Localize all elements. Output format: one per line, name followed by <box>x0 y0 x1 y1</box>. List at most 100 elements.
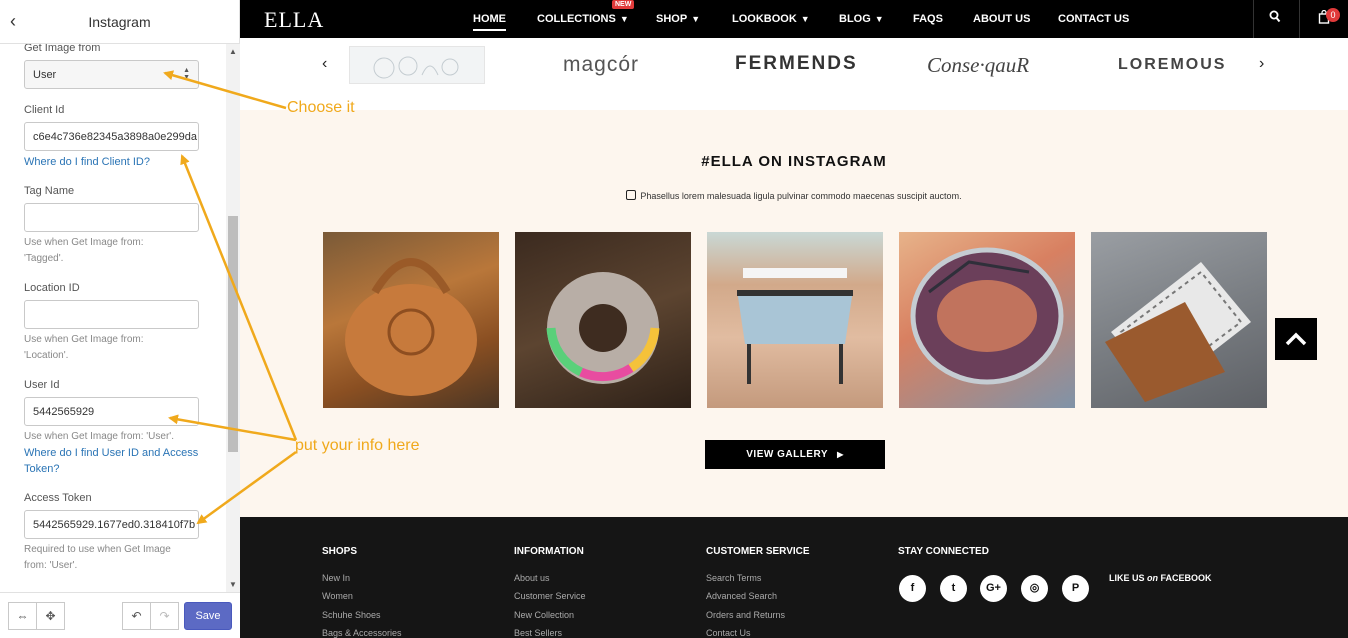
client-id-help-link[interactable]: Where do I find Client ID? <box>24 154 199 170</box>
footer-link[interactable]: Contact Us <box>706 628 751 638</box>
footer-link[interactable]: Best Sellers <box>514 628 562 638</box>
footer-link[interactable]: About us <box>514 573 550 583</box>
location-id-input[interactable] <box>24 300 199 329</box>
store-header: ELLA HOME COLLECTIONS ▼ NEW SHOP ▼ LOOKBOO… <box>240 0 1348 38</box>
chevron-right-icon[interactable]: › <box>1259 55 1264 73</box>
nav-shop[interactable]: SHOP ▼ <box>656 13 700 25</box>
chevron-down-icon: ▼ <box>691 14 701 24</box>
instagram-photo[interactable] <box>323 232 499 408</box>
access-token-help-1: Required to use when Get Image <box>24 544 171 555</box>
location-id-help-1: Use when Get Image from: <box>24 334 144 345</box>
access-token-input[interactable]: 5442565929.1677ed0.318410f7b <box>24 510 199 539</box>
like-on: on <box>1147 573 1159 583</box>
nav-lookbook-label: LOOKBOOK <box>732 13 797 25</box>
get-image-select[interactable]: User ▲ ▼ <box>24 60 199 89</box>
instagram-icon[interactable]: ◎ <box>1021 575 1048 602</box>
fit-width-icon[interactable]: ⇔ <box>8 602 37 630</box>
undo-icon[interactable]: ↶ <box>122 602 151 630</box>
footer-customer-service-title: CUSTOMER SERVICE <box>706 546 810 557</box>
chevron-down-icon: ▼ <box>800 14 810 24</box>
panel-scrollbar[interactable]: ▲ ▼ <box>226 44 240 592</box>
store-logo[interactable]: ELLA <box>264 7 324 33</box>
footer-link[interactable]: Search Terms <box>706 573 761 583</box>
footer-link[interactable]: Customer Service <box>514 591 586 601</box>
nav-shop-label: SHOP <box>656 13 688 25</box>
nav-faqs[interactable]: FAQS <box>913 13 943 25</box>
theme-editor-panel: ‹ Instagram Get Image from User ▲ ▼ Clien… <box>0 0 240 638</box>
chevron-left-icon[interactable]: ‹ <box>322 55 327 73</box>
footer-link[interactable]: New Collection <box>514 610 574 620</box>
brand-logo-sketch[interactable] <box>349 46 485 84</box>
footer-link[interactable]: Bags & Accessories <box>322 628 402 638</box>
instagram-photo[interactable] <box>1091 232 1267 408</box>
chevron-down-icon: ▼ <box>874 14 884 24</box>
brand-logo-consequar[interactable]: Conse·qauR <box>927 53 1029 78</box>
user-id-help-link-1[interactable]: Where do I find User ID and Access <box>24 445 199 461</box>
nav-blog[interactable]: BLOG ▼ <box>839 13 884 25</box>
user-id-help-link-2[interactable]: Token? <box>24 461 199 477</box>
brand-logo-magcor[interactable]: magcór <box>563 53 639 77</box>
footer-link[interactable]: Schuhe Shoes <box>322 610 381 620</box>
scroll-down-icon[interactable]: ▼ <box>229 580 237 589</box>
access-token-help-2: from: 'User'. <box>24 560 78 571</box>
brand-logo-fermends[interactable]: FERMENDS <box>735 53 858 75</box>
tag-name-field: Tag Name Use when Get Image from: 'Tagge… <box>24 185 199 267</box>
footer-shops-title: SHOPS <box>322 546 358 557</box>
chevron-up-icon <box>1285 332 1307 346</box>
panel-header: ‹ Instagram <box>0 0 239 44</box>
redo-icon[interactable]: ↷ <box>150 602 179 630</box>
nav-divider <box>1299 0 1300 38</box>
instagram-photo[interactable] <box>899 232 1075 408</box>
footer-link[interactable]: New In <box>322 573 350 583</box>
brand-logo-loremous[interactable]: LOREMOUS <box>1118 56 1226 74</box>
back-to-top-button[interactable] <box>1275 318 1317 360</box>
select-arrows-icon: ▲ ▼ <box>183 67 190 81</box>
access-token-field: Access Token 5442565929.1677ed0.318410f7… <box>24 492 199 574</box>
user-id-input[interactable]: 5442565929 <box>24 397 199 426</box>
user-id-help: Use when Get Image from: 'User'. <box>24 431 174 442</box>
instagram-icon <box>626 190 637 200</box>
instagram-photo[interactable] <box>515 232 691 408</box>
search-icon[interactable] <box>1269 10 1281 27</box>
footer-link[interactable]: Orders and Returns <box>706 610 785 620</box>
instagram-subtitle: Phasellus lorem malesuada ligula pulvina… <box>240 190 1348 201</box>
instagram-subtitle-text: Phasellus lorem malesuada ligula pulvina… <box>640 191 962 201</box>
location-id-label: Location ID <box>24 282 80 294</box>
scrollbar-thumb[interactable] <box>228 216 238 452</box>
footer-link[interactable]: Women <box>322 591 353 601</box>
panel-title: Instagram <box>88 14 151 30</box>
nav-blog-label: BLOG <box>839 13 871 25</box>
client-id-input[interactable]: c6e4c736e82345a3898a0e299da <box>24 122 199 151</box>
pinterest-icon[interactable]: P <box>1062 575 1089 602</box>
brand-carousel: ‹ magcór FERMENDS Conse·qauR LOREMOUS › <box>240 38 1348 110</box>
annotation-put-info: put your info here <box>295 437 420 454</box>
inspect-icon[interactable]: ✥ <box>36 602 65 630</box>
view-gallery-button[interactable]: VIEW GALLERY ▶ <box>705 440 885 469</box>
footer-link[interactable]: Advanced Search <box>706 591 777 601</box>
save-button[interactable]: Save <box>184 602 232 630</box>
view-gallery-label: VIEW GALLERY <box>746 449 828 460</box>
chevron-down-icon: ▼ <box>619 14 629 24</box>
store-footer: SHOPS New In Women Schuhe Shoes Bags & A… <box>240 517 1348 638</box>
new-badge: NEW <box>612 0 635 9</box>
nav-collections[interactable]: COLLECTIONS ▼ <box>537 13 629 25</box>
nav-about-us[interactable]: ABOUT US <box>973 13 1030 25</box>
tag-name-help-1: Use when Get Image from: <box>24 237 144 248</box>
instagram-photo[interactable] <box>707 232 883 408</box>
facebook-icon[interactable]: f <box>899 575 926 602</box>
like-us-on-facebook[interactable]: LIKE US on FACEBOOK <box>1109 573 1212 583</box>
user-id-field: User Id 5442565929 Use when Get Image fr… <box>24 379 199 477</box>
like-suffix: FACEBOOK <box>1158 573 1212 583</box>
get-image-field: Get Image from User ▲ ▼ <box>24 44 199 89</box>
annotation-choose-it: Choose it <box>287 99 355 116</box>
nav-contact-us[interactable]: CONTACT US <box>1058 13 1129 25</box>
scroll-up-icon[interactable]: ▲ <box>229 47 237 56</box>
twitter-icon[interactable]: t <box>940 575 967 602</box>
nav-lookbook[interactable]: LOOKBOOK ▼ <box>732 13 810 25</box>
instagram-title: #ELLA ON INSTAGRAM <box>701 153 887 170</box>
nav-home[interactable]: HOME <box>473 13 506 31</box>
tag-name-input[interactable] <box>24 203 199 232</box>
google-plus-icon[interactable]: G+ <box>980 575 1007 602</box>
instagram-section: #ELLA ON INSTAGRAM Phasellus lorem males… <box>240 110 1348 517</box>
access-token-label: Access Token <box>24 492 92 504</box>
